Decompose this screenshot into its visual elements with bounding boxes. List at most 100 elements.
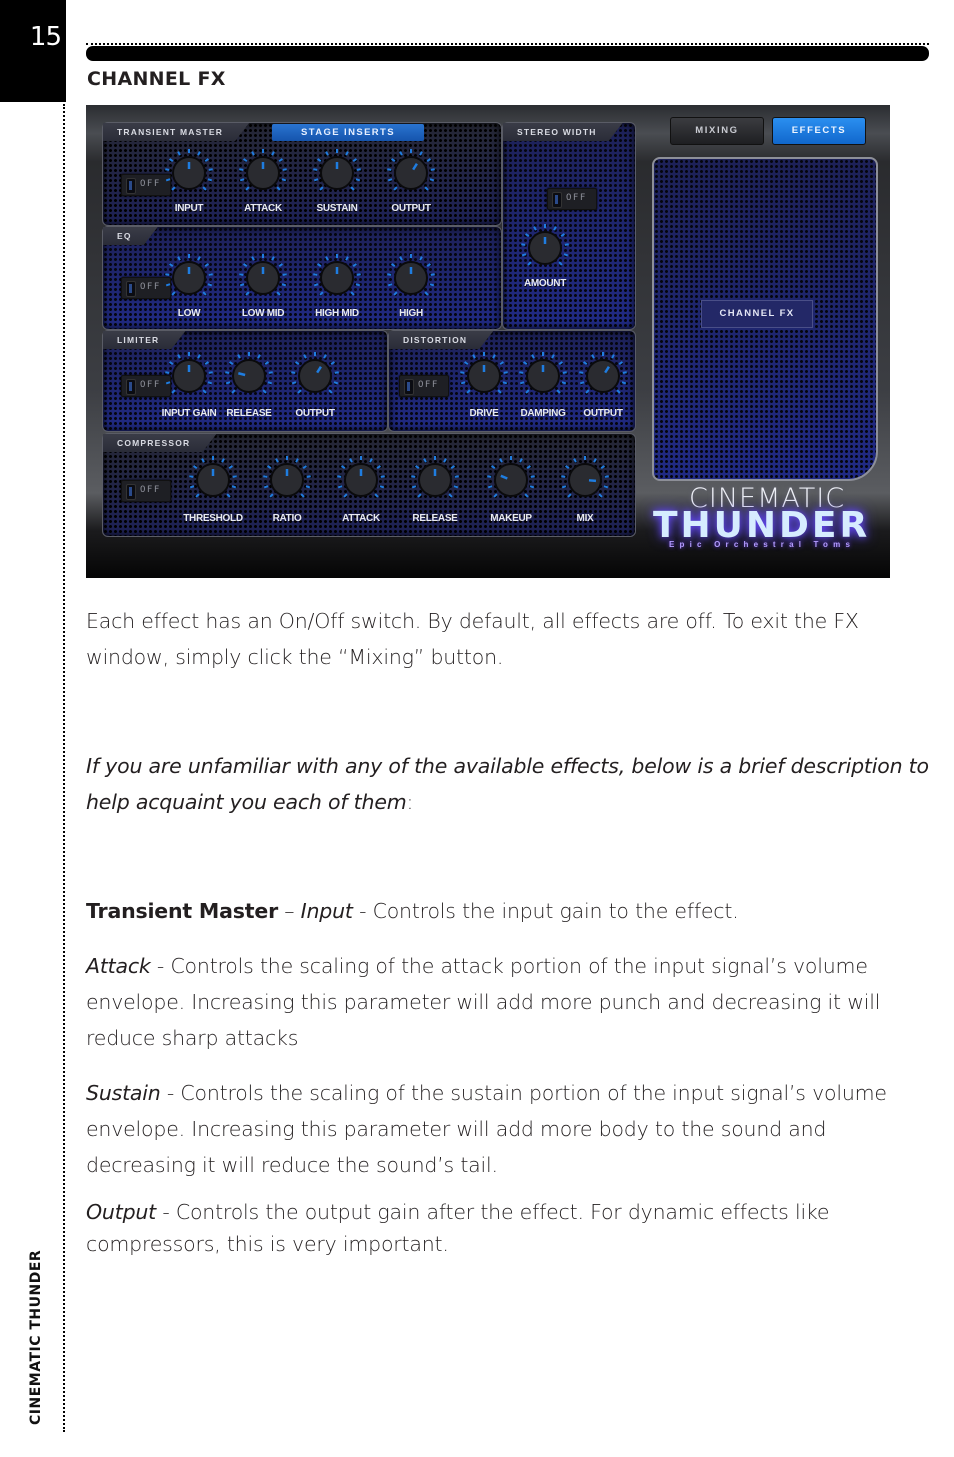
knob-tick [352,263,358,268]
sustain-desc: Sustain - Controls the scaling of the su… [86,1075,931,1183]
knob-release[interactable] [410,455,460,505]
knob-tick [521,243,526,246]
knob-threshold[interactable] [188,455,238,505]
knob-damping[interactable] [518,351,568,401]
knob-tick [414,465,420,470]
knob-tick [204,263,210,268]
knob-dial-icon [165,149,213,191]
knob-tick [376,465,382,470]
knob-tick [337,475,342,478]
distortion-toggle[interactable]: OFF [399,375,449,397]
knob-body [526,359,560,393]
knob-tick [207,381,213,385]
knob-body [586,359,620,393]
knob-input-gain[interactable] [164,351,214,401]
panel-title: EQ [103,227,158,245]
knob-tick [603,485,609,489]
stereo-width-toggle[interactable]: OFF [547,188,597,210]
knob-tick [393,186,398,191]
knob-tick [177,151,181,156]
knob-tick [245,186,250,191]
knob-tick [202,291,207,296]
knob-low-mid[interactable] [238,253,288,303]
knob-attack[interactable] [336,455,386,505]
knob-tick [487,485,493,489]
knob-tick [526,465,532,470]
toggle-label: OFF [566,193,587,203]
knob-tick [453,485,459,489]
knob-tick [226,493,231,498]
knob-tick [313,168,318,171]
knob-tick [356,273,361,276]
knob-tick [197,151,201,156]
knob-attack[interactable] [238,148,288,198]
knob-body [246,261,280,295]
knob-dial-icon [291,352,339,394]
toggle-switch-icon [404,379,414,395]
knob-dial-icon [460,352,508,394]
knob-tick [177,256,181,261]
compressor-toggle[interactable]: OFF [121,480,171,502]
knob-makeup[interactable] [486,455,536,505]
intro-paragraph: Each effect has an On/Off switch. By def… [86,603,931,675]
knob-low[interactable] [164,253,214,303]
knob-tick [430,273,435,276]
side-running-title: CINEMATIC THUNDER [28,1249,44,1425]
knob-tick [387,178,393,182]
knob-input[interactable] [164,148,214,198]
knob-tick [165,273,170,276]
knob-mix[interactable] [560,455,610,505]
knob-body [320,156,354,190]
knob-release[interactable] [224,351,274,401]
knob-tick [522,361,528,366]
knob-tick [585,389,590,394]
knob-tick [165,283,171,287]
param-name: Input [300,899,353,923]
knob-tick [228,361,234,366]
knob-tick [524,233,530,238]
knob-body [172,156,206,190]
knob-tick [316,158,322,163]
knob-dial-icon [313,254,361,296]
effects-tab-button[interactable]: EFFECTS [772,117,866,145]
knob-drive[interactable] [459,351,509,401]
toggle-label: OFF [140,179,161,189]
knob-tick [334,371,339,374]
panel-title: COMPRESSOR [103,434,216,452]
knob-amount[interactable] [520,223,570,273]
knob-high[interactable] [386,253,436,303]
knob-label: HIGH [399,308,423,319]
knob-dial-icon [411,456,459,498]
knob-tick [343,493,348,498]
knob-tick [487,475,492,478]
knob-tick [266,465,272,470]
knob-output[interactable] [578,351,628,401]
knob-ratio[interactable] [262,455,312,505]
knob-high-mid[interactable] [312,253,362,303]
knob-tick [291,371,296,374]
knob-body [196,463,230,497]
knob-tick [208,273,213,276]
mixing-tab-button[interactable]: MIXING [670,117,764,145]
knob-tick [530,475,535,478]
channel-fx-button[interactable]: CHANNEL FX [701,300,813,328]
knob-tick [319,291,324,296]
knob-output[interactable] [290,351,340,401]
knob-tick [302,465,308,470]
knob-sustain[interactable] [312,148,362,198]
knob-tick [333,381,339,385]
knob-output[interactable] [386,148,436,198]
knob-tick [257,354,261,359]
knob-tick [271,151,275,156]
knob-tick [165,168,170,171]
knob-tick [325,256,329,261]
knob-tick [225,371,230,374]
knob-tick [531,354,535,359]
knob-tick [352,158,358,163]
knob-label: HIGH MID [315,308,359,319]
toggle-switch-icon [126,281,136,297]
stage-inserts-tab[interactable]: STAGE INSERTS [272,124,424,141]
knob-tick [355,178,361,182]
knob-tick [177,354,181,359]
panel-eq: EQ OFF LOW LOW MID HIGH MID HIGH [102,226,502,330]
